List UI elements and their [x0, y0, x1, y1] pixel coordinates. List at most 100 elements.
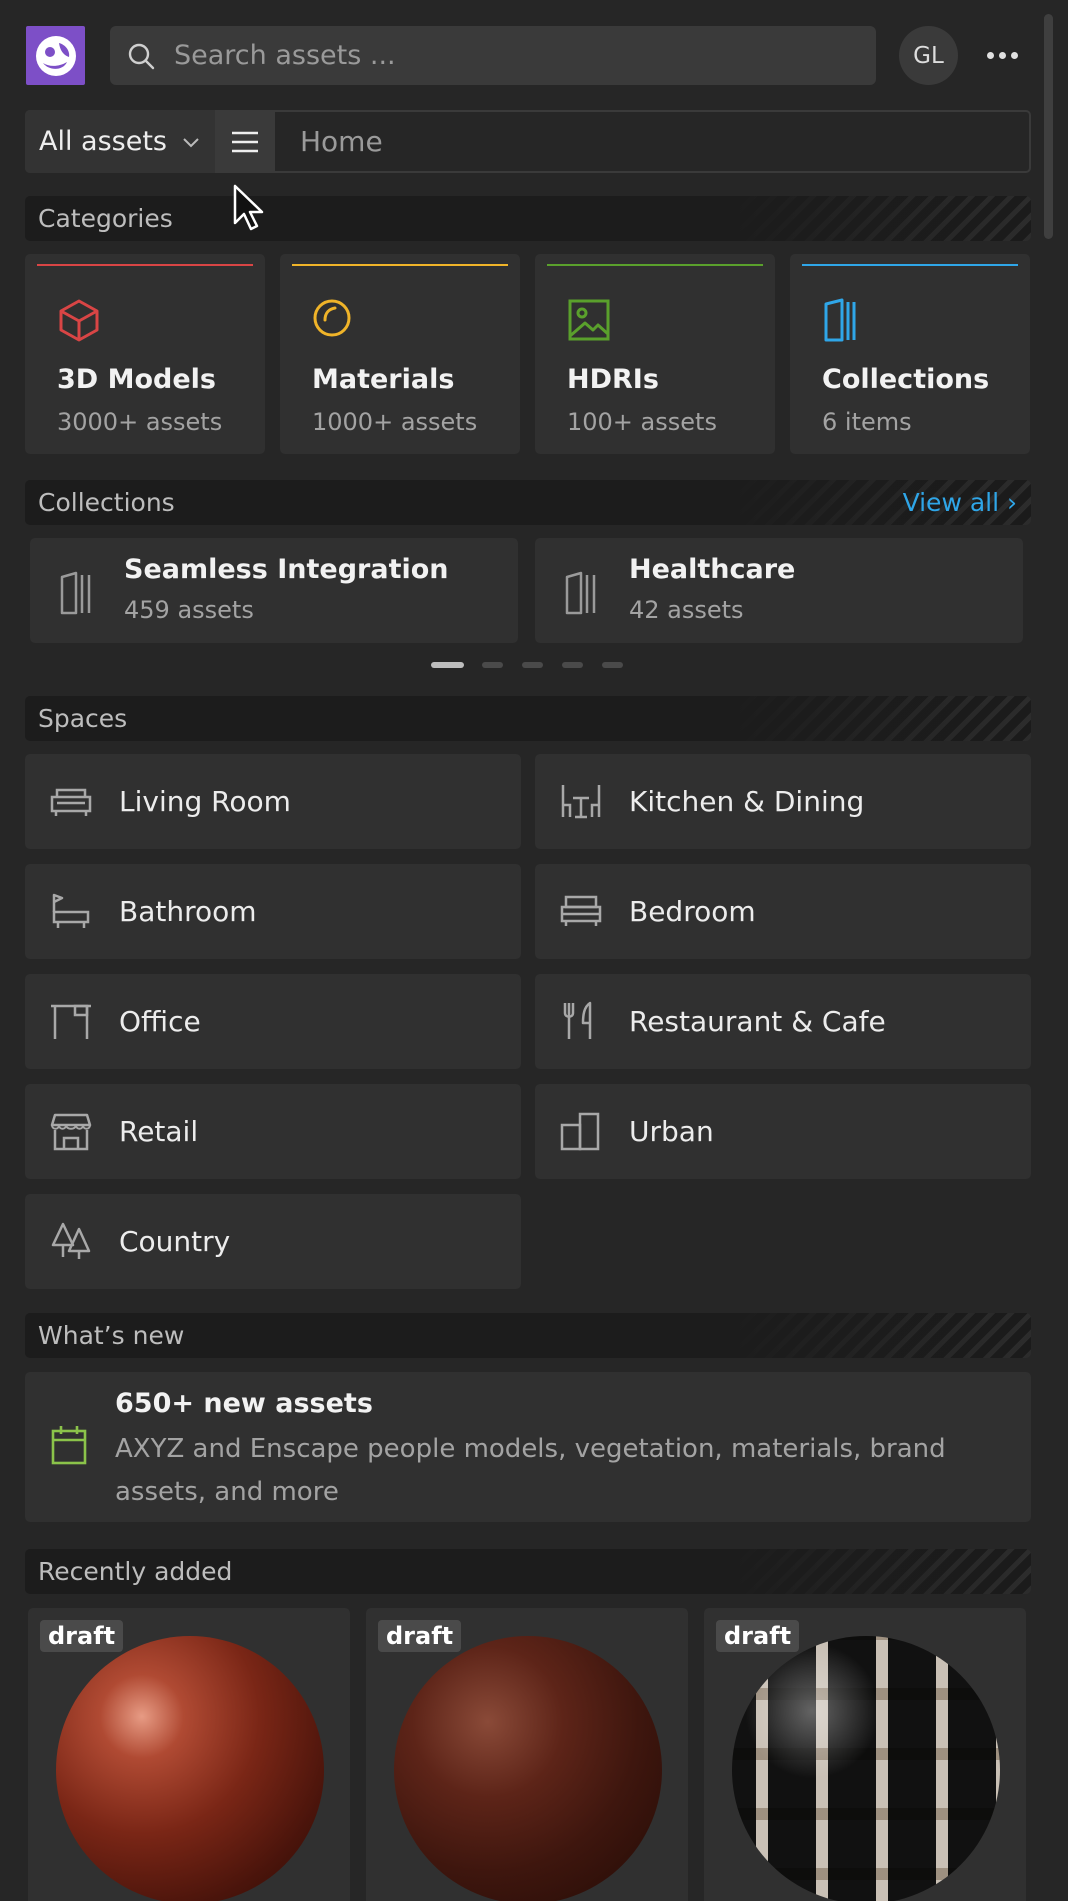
- desk-icon: [51, 1004, 91, 1039]
- more-dots-icon: [986, 51, 994, 59]
- bathtub-icon: [52, 893, 90, 928]
- collection-title: Seamless Integration: [124, 554, 449, 585]
- more-options-button[interactable]: [980, 36, 1024, 74]
- category-accent-bar: [37, 264, 253, 266]
- mouse-cursor-icon: [233, 184, 264, 231]
- spaces-header: Spaces: [25, 696, 1031, 741]
- category-title: Materials: [312, 364, 455, 395]
- user-avatar[interactable]: GL: [899, 26, 958, 85]
- space-restaurant-cafe[interactable]: Restaurant & Cafe: [535, 974, 1031, 1069]
- cutlery-icon: [563, 1001, 592, 1039]
- dropdown-label: All assets: [39, 126, 167, 157]
- category-title: Collections: [822, 364, 990, 395]
- space-office[interactable]: Office: [25, 974, 521, 1069]
- draft-badge: draft: [716, 1620, 800, 1652]
- space-kitchen-dining[interactable]: Kitchen & Dining: [535, 754, 1031, 849]
- buildings-icon: [560, 1112, 600, 1151]
- category-count: 6 items: [822, 408, 912, 436]
- category-count: 1000+ assets: [312, 408, 478, 436]
- menu-button[interactable]: [215, 112, 275, 171]
- section-title: Collections: [38, 488, 175, 517]
- whats-new-card[interactable]: 650+ new assets AXYZ and Enscape people …: [25, 1372, 1031, 1522]
- carousel-pagination: [0, 662, 1068, 672]
- chevron-down-icon: [183, 137, 199, 147]
- breadcrumb[interactable]: Home: [300, 110, 383, 173]
- image-icon: [568, 299, 610, 341]
- draft-badge: draft: [378, 1620, 462, 1652]
- section-title: Recently added: [38, 1557, 233, 1586]
- category-count: 3000+ assets: [57, 408, 223, 436]
- category-card-collections[interactable]: Collections 6 items: [790, 254, 1030, 454]
- avatar-initials: GL: [913, 42, 944, 69]
- section-title: What’s new: [38, 1321, 185, 1350]
- space-label: Living Room: [119, 785, 291, 818]
- collection-card[interactable]: Healthcare 42 assets: [535, 538, 1023, 643]
- space-label: Restaurant & Cafe: [629, 1005, 886, 1038]
- carousel-dot-active[interactable]: [431, 662, 464, 668]
- category-accent-bar: [802, 264, 1018, 266]
- asset-card[interactable]: draft: [366, 1608, 688, 1901]
- space-label: Office: [119, 1005, 201, 1038]
- space-urban[interactable]: Urban: [535, 1084, 1031, 1179]
- asset-card[interactable]: draft: [28, 1608, 350, 1901]
- collection-count: 42 assets: [629, 596, 744, 624]
- news-title: 650+ new assets: [115, 1388, 373, 1419]
- collection-title: Healthcare: [629, 554, 796, 585]
- hamburger-icon: [232, 131, 258, 152]
- category-title: 3D Models: [57, 364, 216, 395]
- news-description: AXYZ and Enscape people models, vegetati…: [115, 1434, 946, 1507]
- category-card-hdris[interactable]: HDRIs 100+ assets: [535, 254, 775, 454]
- carousel-dot[interactable]: [562, 662, 583, 668]
- bed-icon: [560, 895, 602, 926]
- space-retail[interactable]: Retail: [25, 1084, 521, 1179]
- search-input[interactable]: [174, 40, 814, 71]
- category-card-3d-models[interactable]: 3D Models 3000+ assets: [25, 254, 265, 454]
- collection-card[interactable]: Seamless Integration 459 assets: [30, 538, 518, 643]
- asset-type-dropdown[interactable]: All assets: [25, 110, 215, 173]
- whats-new-header: What’s new: [25, 1313, 1031, 1358]
- category-title: HDRIs: [567, 364, 659, 395]
- asset-card[interactable]: draft: [704, 1608, 1026, 1901]
- space-label: Retail: [119, 1115, 199, 1148]
- material-preview: [394, 1636, 662, 1901]
- space-label: Urban: [629, 1115, 714, 1148]
- cube-icon: [59, 299, 99, 342]
- calendar-icon: [51, 1426, 87, 1465]
- search-icon: [128, 43, 155, 69]
- category-accent-bar: [547, 264, 763, 266]
- store-icon: [50, 1113, 92, 1151]
- material-preview: [732, 1636, 1000, 1901]
- carousel-dot[interactable]: [482, 662, 503, 668]
- space-bathroom[interactable]: Bathroom: [25, 864, 521, 959]
- collections-header: Collections View all ›: [25, 480, 1031, 525]
- dining-icon: [561, 785, 601, 819]
- app-logo[interactable]: [26, 26, 85, 85]
- carousel-dot[interactable]: [602, 662, 623, 668]
- collection-count: 459 assets: [124, 596, 254, 624]
- space-country[interactable]: Country: [25, 1194, 521, 1289]
- section-title: Spaces: [38, 704, 128, 733]
- space-living-room[interactable]: Living Room: [25, 754, 521, 849]
- collection-icon: [60, 571, 91, 615]
- category-accent-bar: [292, 264, 508, 266]
- carousel-dot[interactable]: [522, 662, 543, 668]
- sofa-icon: [50, 788, 92, 816]
- view-all-link[interactable]: View all ›: [903, 488, 1017, 517]
- recently-added-header: Recently added: [25, 1549, 1031, 1594]
- material-preview: [56, 1636, 324, 1901]
- collection-icon: [824, 298, 856, 342]
- categories-header: Categories: [25, 196, 1031, 241]
- search-bar[interactable]: [110, 26, 876, 85]
- logo-icon: [35, 35, 76, 76]
- breadcrumb-home[interactable]: Home: [300, 125, 383, 158]
- trees-icon: [51, 1222, 91, 1259]
- space-label: Bathroom: [119, 895, 257, 928]
- material-icon: [313, 299, 351, 337]
- category-card-materials[interactable]: Materials 1000+ assets: [280, 254, 520, 454]
- draft-badge: draft: [40, 1620, 124, 1652]
- space-bedroom[interactable]: Bedroom: [535, 864, 1031, 959]
- space-label: Country: [119, 1225, 231, 1258]
- collection-icon: [565, 571, 596, 615]
- scrollbar-thumb[interactable]: [1044, 14, 1053, 239]
- category-count: 100+ assets: [567, 408, 717, 436]
